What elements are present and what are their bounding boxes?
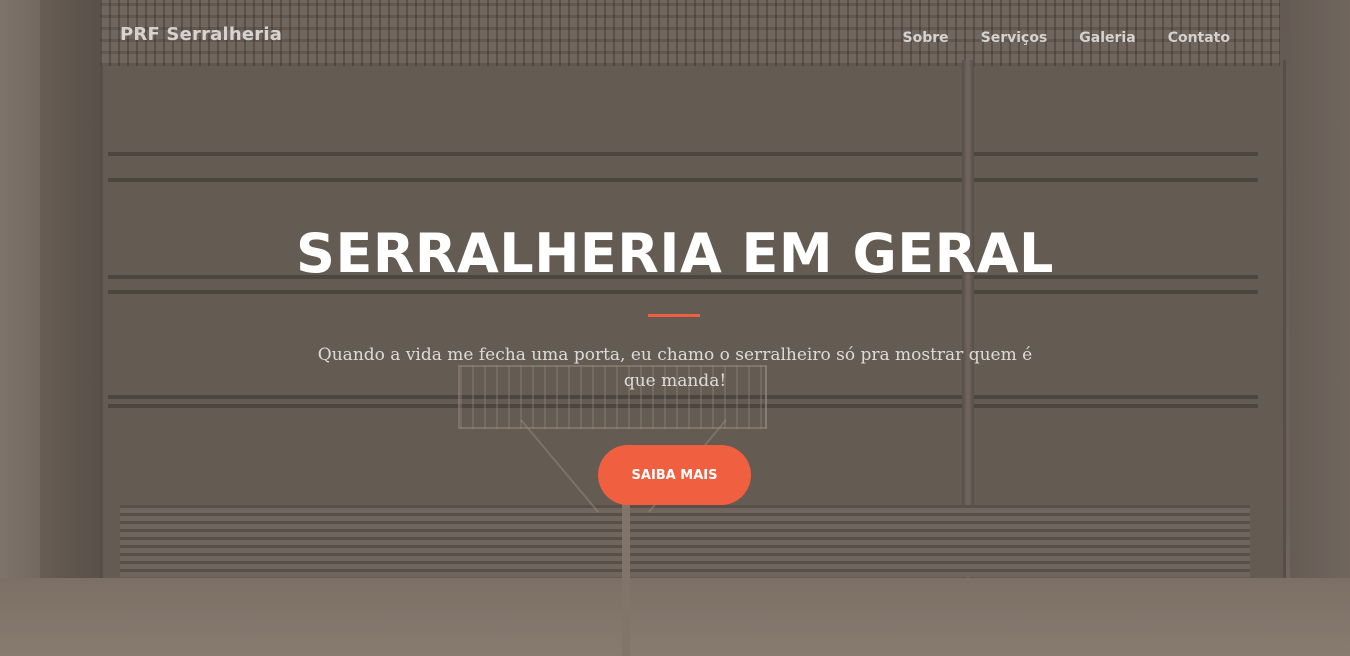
nav-item-servicos: Serviços [981, 27, 1048, 46]
nav-link-galeria[interactable]: Galeria [1079, 30, 1135, 46]
navbar: PRF Serralheria Sobre Serviços Galeria C… [0, 0, 1350, 72]
brand-logo-link[interactable]: PRF Serralheria [120, 24, 282, 45]
nav-item-galeria: Galeria [1079, 27, 1135, 46]
gate-vents [120, 505, 1250, 577]
nav-link-sobre[interactable]: Sobre [903, 30, 949, 46]
hero-section: PRF Serralheria Sobre Serviços Galeria C… [0, 0, 1350, 656]
nav-item-sobre: Sobre [903, 27, 949, 46]
gate-line [108, 152, 1258, 156]
gate-line [108, 178, 1258, 182]
gate-pillar-left [40, 0, 100, 590]
floor [0, 578, 1350, 656]
hero-subtitle: Quando a vida me fecha uma porta, eu cha… [317, 345, 1033, 391]
nav-item-contato: Contato [1168, 27, 1230, 46]
hero-title: SERRALHERIA EM GERAL [296, 222, 1054, 285]
gate-divider [962, 60, 974, 580]
hero-divider [648, 314, 700, 317]
gate-line [108, 404, 1258, 408]
hero-background-image [0, 0, 1350, 656]
nav-link-servicos[interactable]: Serviços [981, 30, 1048, 46]
stand-pole [622, 500, 630, 656]
saiba-mais-button[interactable]: SAIBA MAIS [598, 445, 751, 505]
gate-line [108, 290, 1258, 294]
gate-pillar-right [1290, 0, 1350, 600]
stand-arm [520, 419, 599, 513]
nav-links: Sobre Serviços Galeria Contato [903, 27, 1231, 46]
hero-overlay [0, 0, 1350, 656]
nav-link-contato[interactable]: Contato [1168, 30, 1230, 46]
wall-left [0, 0, 40, 656]
gate-line [108, 395, 1258, 399]
